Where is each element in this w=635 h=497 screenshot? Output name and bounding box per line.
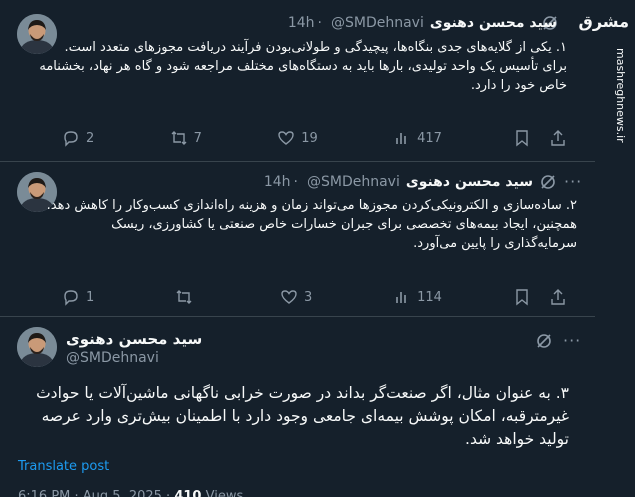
views-count: 114	[417, 289, 442, 305]
reply-icon	[64, 290, 78, 306]
bookmark-icon[interactable]	[513, 288, 531, 306]
tweet-1[interactable]: 14h · @SMDehnavi سید محسن دهنوی ۱. یکی ا…	[0, 0, 595, 162]
grok-icon[interactable]	[539, 173, 557, 195]
bookmark-icon[interactable]	[513, 129, 531, 147]
avatar-image	[17, 327, 57, 367]
tweet-secondary-actions	[513, 129, 567, 147]
tweet-paragraph: برای تأسیس یک واحد تولیدی، بارها باید به…	[39, 59, 567, 93]
watermark: مشرق mashreghnews.ir	[578, 0, 635, 497]
tweet-header: 14h · @SMDehnavi سید محسن دهنوی	[264, 172, 533, 192]
tweet-actions: 2 7 19 417	[62, 128, 442, 148]
share-icon[interactable]	[549, 129, 567, 147]
twitter-thread-screenshot: 14h · @SMDehnavi سید محسن دهنوی ۱. یکی ا…	[0, 0, 635, 497]
views-count: 417	[417, 130, 442, 146]
grok-icon[interactable]	[535, 332, 553, 354]
repost-icon	[171, 131, 187, 145]
tweet-time[interactable]: 14h	[288, 15, 315, 31]
tweet-secondary-actions	[513, 288, 567, 306]
author-name[interactable]: سید محسن دهنوی	[406, 174, 533, 190]
tweet-paragraph: همچنین، ایجاد بیمه‌های تخصصی برای جبران …	[111, 217, 577, 251]
tweet-2[interactable]: ··· 14h · @SMDehnavi سید محسن دهنوی ۲. س…	[0, 162, 595, 317]
like-count: 3	[304, 289, 313, 305]
avatar[interactable]	[17, 327, 57, 367]
like-icon	[278, 131, 294, 145]
views-button[interactable]: 417	[393, 129, 442, 147]
reply-button[interactable]: 1	[62, 288, 94, 306]
tweet-paragraph: ۲. ساده‌سازی و الکترونیکی‌کردن مجوزها می…	[46, 198, 577, 213]
separator-dot: ·	[293, 174, 298, 190]
like-icon	[281, 290, 297, 304]
views-icon	[396, 133, 406, 144]
share-icon[interactable]	[549, 288, 567, 306]
more-icon[interactable]: ···	[563, 333, 581, 349]
views-label: Views	[205, 489, 244, 497]
like-button[interactable]: 3	[280, 288, 312, 306]
more-icon[interactable]: ···	[564, 174, 582, 190]
like-count: 19	[301, 130, 318, 146]
tweet-paragraph: ۱. یکی از گلایه‌های جدی بنگاه‌ها، پیچیدگ…	[64, 40, 567, 55]
reply-count: 1	[86, 289, 95, 305]
reply-icon	[64, 131, 78, 147]
repost-count: 7	[193, 130, 202, 146]
tweet-text: ۱. یکی از گلایه‌های جدی بنگاه‌ها، پیچیدگ…	[37, 38, 567, 95]
views-icon	[396, 292, 406, 303]
repost-icon	[176, 290, 192, 304]
author-handle[interactable]: @SMDehnavi	[66, 350, 159, 366]
repost-button[interactable]: 7	[170, 129, 202, 147]
author-handle[interactable]: @SMDehnavi	[331, 15, 424, 31]
author-name[interactable]: سید محسن دهنوی	[66, 330, 202, 348]
like-button[interactable]: 19	[277, 129, 318, 147]
watermark-logo: مشرق	[578, 12, 629, 31]
tweet-meta: 6:16 PM · Aug 5, 2025 · 410 Views	[18, 489, 243, 497]
reply-count: 2	[86, 130, 95, 146]
tweet-time[interactable]: 14h	[264, 174, 291, 190]
author-handle[interactable]: @SMDehnavi	[307, 174, 400, 190]
reply-button[interactable]: 2	[62, 129, 94, 147]
watermark-site: mashreghnews.ir	[614, 48, 627, 143]
tweet-feed: 14h · @SMDehnavi سید محسن دهنوی ۱. یکی ا…	[0, 0, 595, 497]
tweet-actions: 1 3 114	[62, 287, 442, 307]
repost-button[interactable]	[175, 288, 199, 306]
views-button[interactable]: 114	[393, 288, 442, 306]
views-total: 410	[174, 489, 202, 497]
translate-post-link[interactable]: Translate post	[18, 459, 109, 474]
tweet-timestamp[interactable]: 6:16 PM · Aug 5, 2025 ·	[18, 489, 170, 497]
main-tweet-text: ۳. به عنوان مثال، اگر صنعت‌گر بداند در ص…	[36, 384, 569, 448]
author-name[interactable]: سید محسن دهنوی	[430, 15, 557, 31]
tweet-text: ۲. ساده‌سازی و الکترونیکی‌کردن مجوزها می…	[37, 196, 577, 253]
tweet-header: 14h · @SMDehnavi سید محسن دهنوی	[288, 13, 557, 33]
separator-dot: ·	[317, 15, 322, 31]
